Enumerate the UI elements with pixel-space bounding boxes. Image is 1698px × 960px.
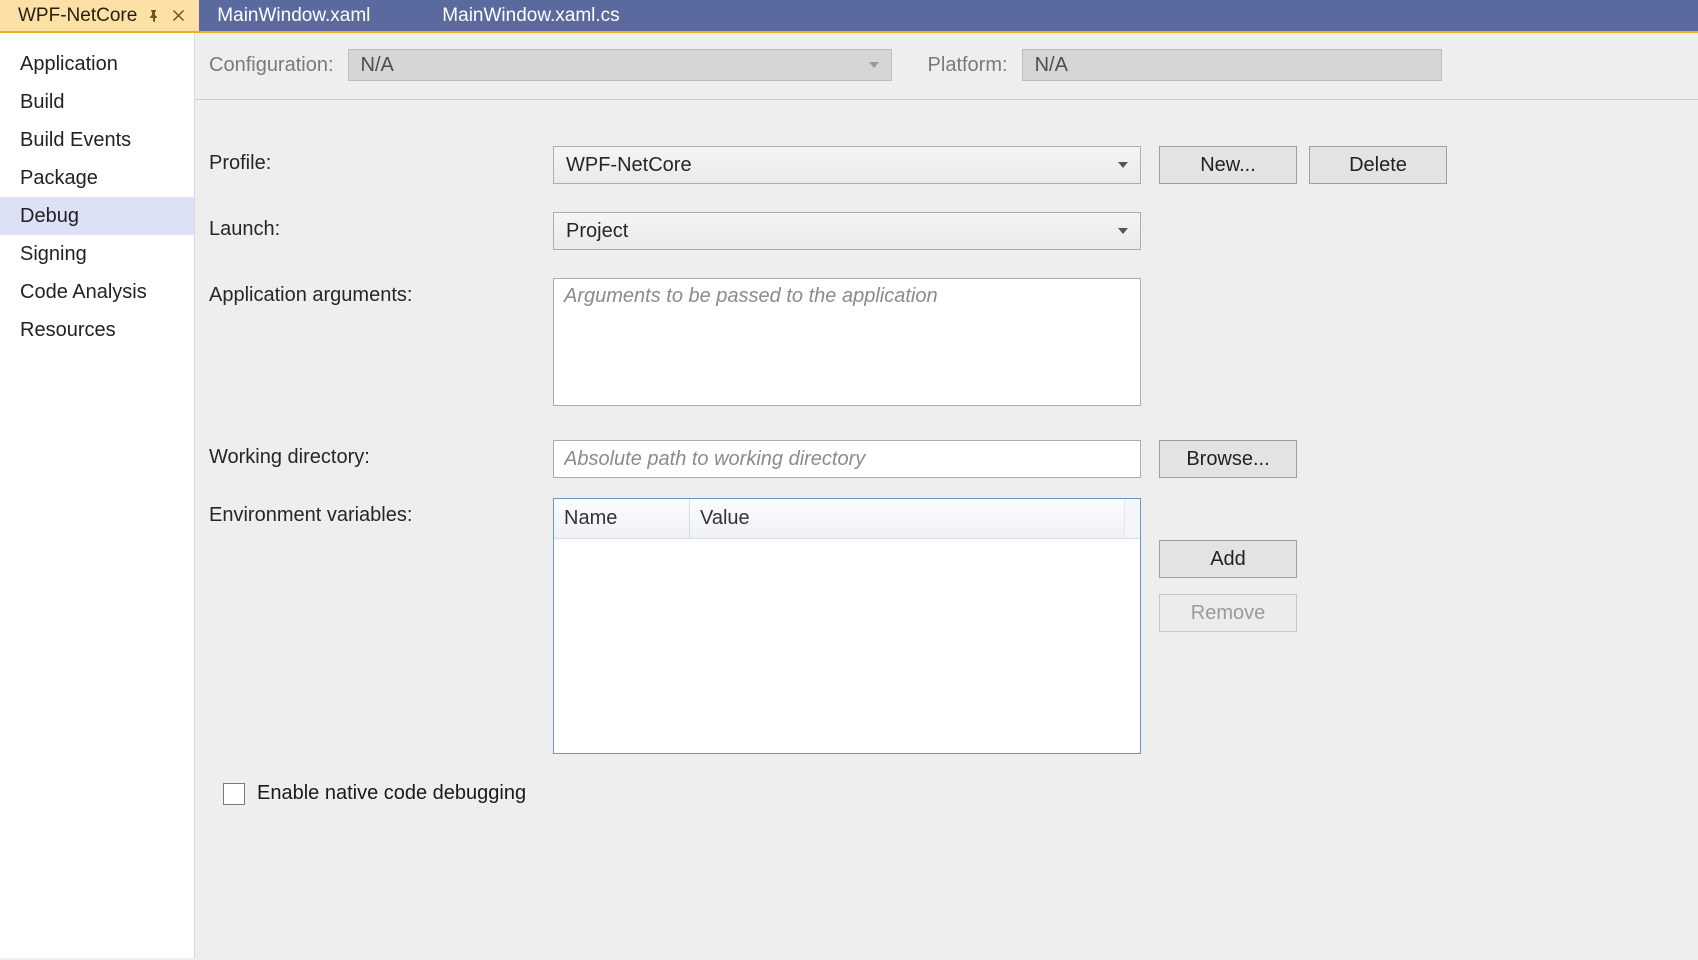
add-env-button[interactable]: Add bbox=[1159, 540, 1297, 578]
document-tab-bar: WPF-NetCore MainWindow.xaml MainWindow.x… bbox=[0, 0, 1698, 33]
tab-label: WPF-NetCore bbox=[18, 5, 137, 27]
chevron-down-icon bbox=[1118, 162, 1128, 168]
tab-mainwindow-xaml-cs[interactable]: MainWindow.xaml.cs bbox=[424, 0, 724, 31]
launch-select[interactable]: Project bbox=[553, 212, 1141, 250]
pin-icon[interactable] bbox=[147, 9, 161, 23]
tab-project-properties[interactable]: WPF-NetCore bbox=[0, 0, 199, 31]
working-directory-input[interactable] bbox=[553, 440, 1141, 478]
env-col-name[interactable]: Name bbox=[554, 499, 690, 538]
sidebar-item-package[interactable]: Package bbox=[0, 159, 194, 197]
scrollbar[interactable] bbox=[1124, 499, 1140, 538]
enable-native-debugging-label: Enable native code debugging bbox=[257, 782, 526, 805]
profile-value: WPF-NetCore bbox=[566, 154, 692, 177]
workdir-label: Working directory: bbox=[209, 440, 535, 469]
chevron-down-icon bbox=[1118, 228, 1128, 234]
properties-main-panel: Configuration: N/A Platform: N/A Profile… bbox=[195, 33, 1698, 958]
close-icon[interactable] bbox=[171, 9, 185, 23]
profile-label: Profile: bbox=[209, 146, 535, 175]
remove-env-button: Remove bbox=[1159, 594, 1297, 632]
sidebar-item-code-analysis[interactable]: Code Analysis bbox=[0, 273, 194, 311]
launch-row: Launch: Project bbox=[209, 212, 1698, 250]
configuration-select: N/A bbox=[348, 49, 892, 81]
configuration-label: Configuration: bbox=[209, 54, 334, 77]
application-arguments-input[interactable] bbox=[553, 278, 1141, 406]
sidebar-item-build[interactable]: Build bbox=[0, 83, 194, 121]
platform-label: Platform: bbox=[928, 54, 1008, 77]
platform-select: N/A bbox=[1022, 49, 1442, 81]
platform-value: N/A bbox=[1035, 54, 1068, 77]
appargs-label: Application arguments: bbox=[209, 278, 535, 307]
launch-value: Project bbox=[566, 220, 628, 243]
enable-native-debugging-checkbox[interactable] bbox=[223, 783, 245, 805]
native-debugging-row: Enable native code debugging bbox=[209, 782, 1698, 805]
browse-button[interactable]: Browse... bbox=[1159, 440, 1297, 478]
env-col-value[interactable]: Value bbox=[690, 499, 1124, 538]
sidebar-item-build-events[interactable]: Build Events bbox=[0, 121, 194, 159]
new-profile-button[interactable]: New... bbox=[1159, 146, 1297, 184]
sidebar-item-application[interactable]: Application bbox=[0, 45, 194, 83]
project-properties-sidebar: Application Build Build Events Package D… bbox=[0, 33, 195, 958]
profile-select[interactable]: WPF-NetCore bbox=[553, 146, 1141, 184]
environment-variables-table[interactable]: Name Value bbox=[553, 498, 1141, 754]
configuration-value: N/A bbox=[361, 54, 394, 77]
workspace: Application Build Build Events Package D… bbox=[0, 33, 1698, 958]
appargs-row: Application arguments: bbox=[209, 278, 1698, 412]
workdir-row: Working directory: Browse... bbox=[209, 440, 1698, 478]
envvars-label: Environment variables: bbox=[209, 498, 535, 527]
sidebar-item-signing[interactable]: Signing bbox=[0, 235, 194, 273]
envvars-row: Environment variables: Name Value Add Re… bbox=[209, 498, 1698, 754]
env-table-header: Name Value bbox=[554, 499, 1140, 539]
tab-label: MainWindow.xaml bbox=[217, 5, 370, 27]
sidebar-item-debug[interactable]: Debug bbox=[0, 197, 194, 235]
tab-label: MainWindow.xaml.cs bbox=[442, 5, 619, 27]
chevron-down-icon bbox=[869, 62, 879, 68]
configuration-platform-row: Configuration: N/A Platform: N/A bbox=[195, 33, 1698, 100]
sidebar-item-resources[interactable]: Resources bbox=[0, 311, 194, 349]
profile-row: Profile: WPF-NetCore New... Delete bbox=[209, 146, 1698, 184]
delete-profile-button[interactable]: Delete bbox=[1309, 146, 1447, 184]
debug-form: Profile: WPF-NetCore New... Delete Launc… bbox=[195, 100, 1698, 805]
tab-mainwindow-xaml[interactable]: MainWindow.xaml bbox=[199, 0, 424, 31]
launch-label: Launch: bbox=[209, 212, 535, 241]
